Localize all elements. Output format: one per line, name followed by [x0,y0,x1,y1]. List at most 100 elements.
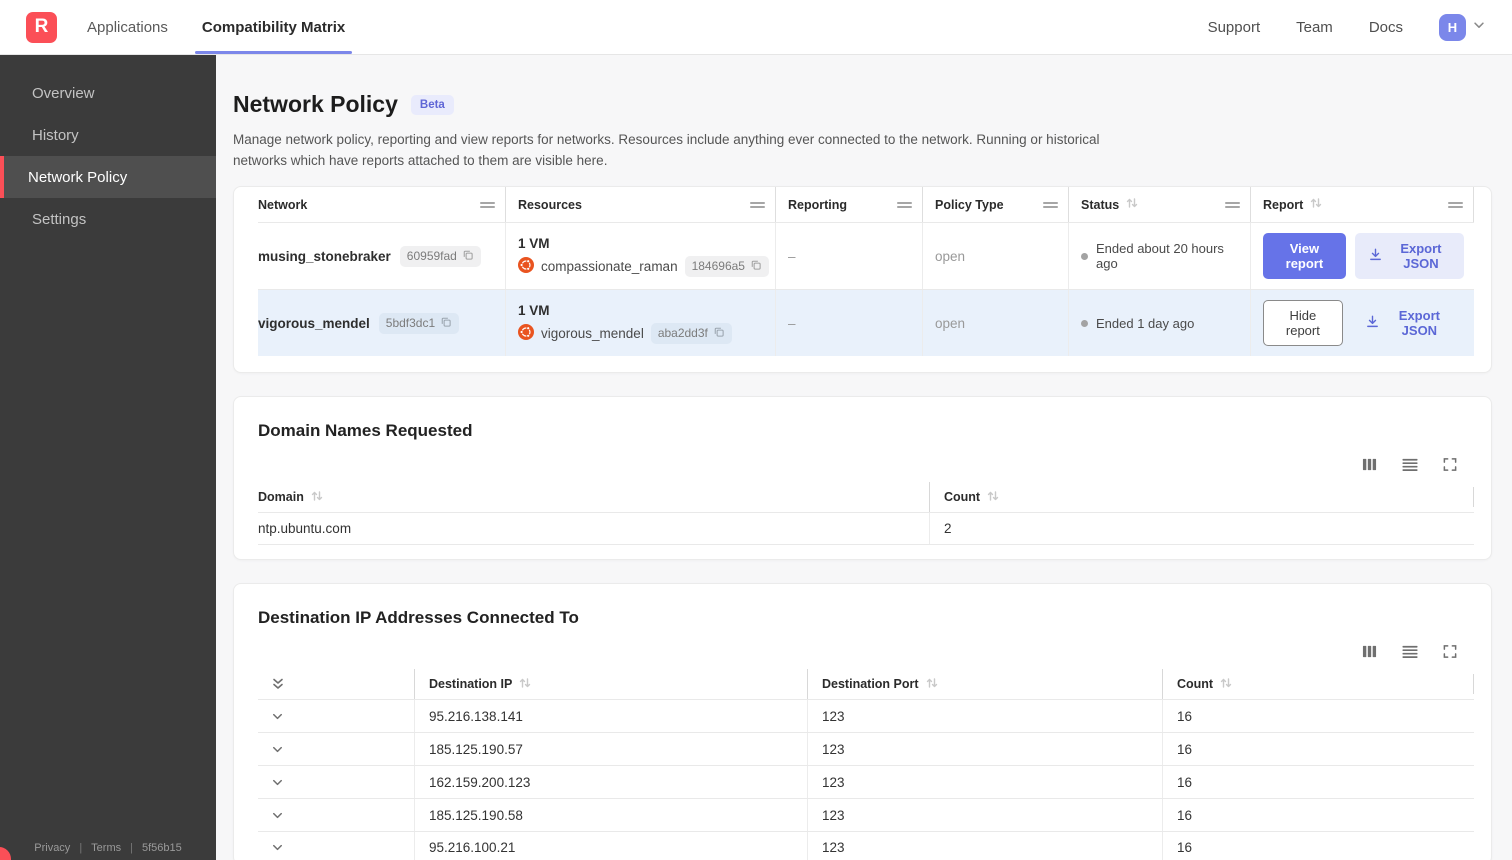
nav-tab-compatibility-matrix[interactable]: Compatibility Matrix [194,0,353,54]
column-resize-handle-icon[interactable] [1225,200,1240,210]
fullscreen-icon[interactable] [1442,457,1458,472]
count-cell: 16 [1162,766,1474,799]
sort-icon[interactable] [1309,197,1323,212]
resource-id-badge[interactable]: aba2dd3f [650,322,732,344]
sidebar-item-network-policy[interactable]: Network Policy [0,156,216,198]
count-cell: 16 [1162,832,1474,860]
column-header-network[interactable]: Network [258,187,506,223]
copy-icon[interactable] [750,259,762,274]
double-chevron-down-icon[interactable] [270,676,286,692]
sort-icon[interactable] [986,490,1000,505]
sidebar-footer: Privacy | Terms | 5f56b15 [0,842,216,854]
domain-cell: ntp.ubuntu.com [258,521,352,537]
chevron-down-icon[interactable] [270,840,285,855]
version-label: 5f56b15 [141,842,182,854]
column-header-count[interactable]: Count [1162,669,1474,700]
columns-icon[interactable] [1361,644,1378,659]
export-json-button[interactable]: Export JSON [1354,233,1464,280]
domain-table-header: Domain Count [258,482,1474,513]
sort-icon[interactable] [925,677,939,692]
resource-count: 1 VM [518,302,550,318]
network-id-badge[interactable]: 60959fad [399,245,481,267]
ip-cell: 185.125.190.57 [414,733,807,766]
sort-icon[interactable] [1219,677,1233,692]
column-resize-handle-icon[interactable] [897,200,912,210]
primary-nav: Applications Compatibility Matrix [87,0,353,54]
destination-row: 95.216.100.21 123 16 [258,831,1474,860]
chevron-down-icon[interactable] [270,742,285,757]
columns-icon[interactable] [1361,457,1378,472]
column-header-domain[interactable]: Domain [258,482,929,512]
copy-icon[interactable] [440,316,452,331]
nav-link-team[interactable]: Team [1296,19,1333,36]
sidebar-item-history[interactable]: History [0,114,216,156]
table-toolbar [258,644,1458,659]
reporting-cell: – [776,290,923,357]
destination-row: 95.216.138.141 123 16 [258,699,1474,733]
sort-icon[interactable] [310,490,324,505]
domain-names-card: Domain Names Requested Domain Count ntp.… [233,396,1492,561]
card-title: Domain Names Requested [258,421,473,441]
network-cell: vigorous_mendel 5bdf3dc1 [258,290,506,357]
row-height-icon[interactable] [1401,644,1419,659]
nav-link-docs[interactable]: Docs [1369,19,1403,36]
privacy-link[interactable]: Privacy [34,842,70,854]
sidebar-item-settings[interactable]: Settings [0,198,216,240]
networks-card: Network Resources Reporting Policy Type … [233,186,1492,374]
resources-cell: 1 VM compassionate_raman 184696a5 [506,223,776,290]
sort-icon[interactable] [518,677,532,692]
column-header-count[interactable]: Count [929,482,1474,513]
count-cell: 16 [1162,799,1474,832]
sidebar-nav: Overview History Network Policy Settings [0,55,216,240]
port-cell: 123 [807,799,1162,832]
ip-cell: 95.216.100.21 [414,832,807,860]
row-height-icon[interactable] [1401,457,1419,472]
column-resize-handle-icon[interactable] [1448,200,1463,210]
terms-link[interactable]: Terms [91,842,121,854]
column-header-destination-port[interactable]: Destination Port [807,669,1162,700]
column-resize-handle-icon[interactable] [750,200,765,210]
sort-icon[interactable] [1125,197,1139,212]
resource-id-badge[interactable]: 184696a5 [684,255,769,277]
expander-cell [258,700,414,732]
secondary-nav: Support Team Docs H [1208,13,1486,41]
column-header-resources[interactable]: Resources [506,187,776,223]
ip-cell: 185.125.190.58 [414,799,807,832]
app-logo[interactable]: R [26,11,57,43]
port-cell: 123 [807,832,1162,860]
column-header-status[interactable]: Status [1069,187,1251,223]
view-report-button[interactable]: View report [1263,233,1346,280]
ip-cell: 95.216.138.141 [414,700,807,733]
chevron-down-icon[interactable] [270,808,285,823]
destination-row: 185.125.190.57 123 16 [258,732,1474,766]
column-resize-handle-icon[interactable] [480,200,495,210]
column-resize-handle-icon[interactable] [1043,200,1058,210]
policy-type-cell: open [923,290,1069,357]
network-row: vigorous_mendel 5bdf3dc1 1 VM vigorous_m… [258,289,1474,357]
divider: | [79,842,83,854]
table-toolbar [258,457,1458,472]
copy-icon[interactable] [462,249,474,264]
user-menu[interactable]: H [1439,13,1486,41]
download-icon [1368,247,1383,265]
export-json-button[interactable]: Export JSON [1352,300,1464,346]
chevron-down-icon[interactable] [270,709,285,724]
expander-cell [258,832,414,860]
count-cell: 2 [929,513,1474,545]
column-header-reporting[interactable]: Reporting [776,187,923,223]
hide-report-button[interactable]: Hide report [1263,300,1343,347]
sidebar: Overview History Network Policy Settings… [0,55,216,860]
nav-link-support[interactable]: Support [1208,19,1261,36]
network-id-badge[interactable]: 5bdf3dc1 [378,312,460,334]
column-header-policy-type[interactable]: Policy Type [923,187,1069,223]
fullscreen-icon[interactable] [1442,644,1458,659]
chevron-down-icon[interactable] [270,775,285,790]
column-header-destination-ip[interactable]: Destination IP [414,669,807,700]
nav-tab-applications[interactable]: Applications [87,0,168,54]
network-cell: musing_stonebraker 60959fad [258,223,506,290]
port-cell: 123 [807,700,1162,733]
copy-icon[interactable] [713,326,725,341]
column-header-report[interactable]: Report [1251,187,1474,223]
avatar[interactable]: H [1439,13,1466,41]
sidebar-item-overview[interactable]: Overview [0,72,216,114]
